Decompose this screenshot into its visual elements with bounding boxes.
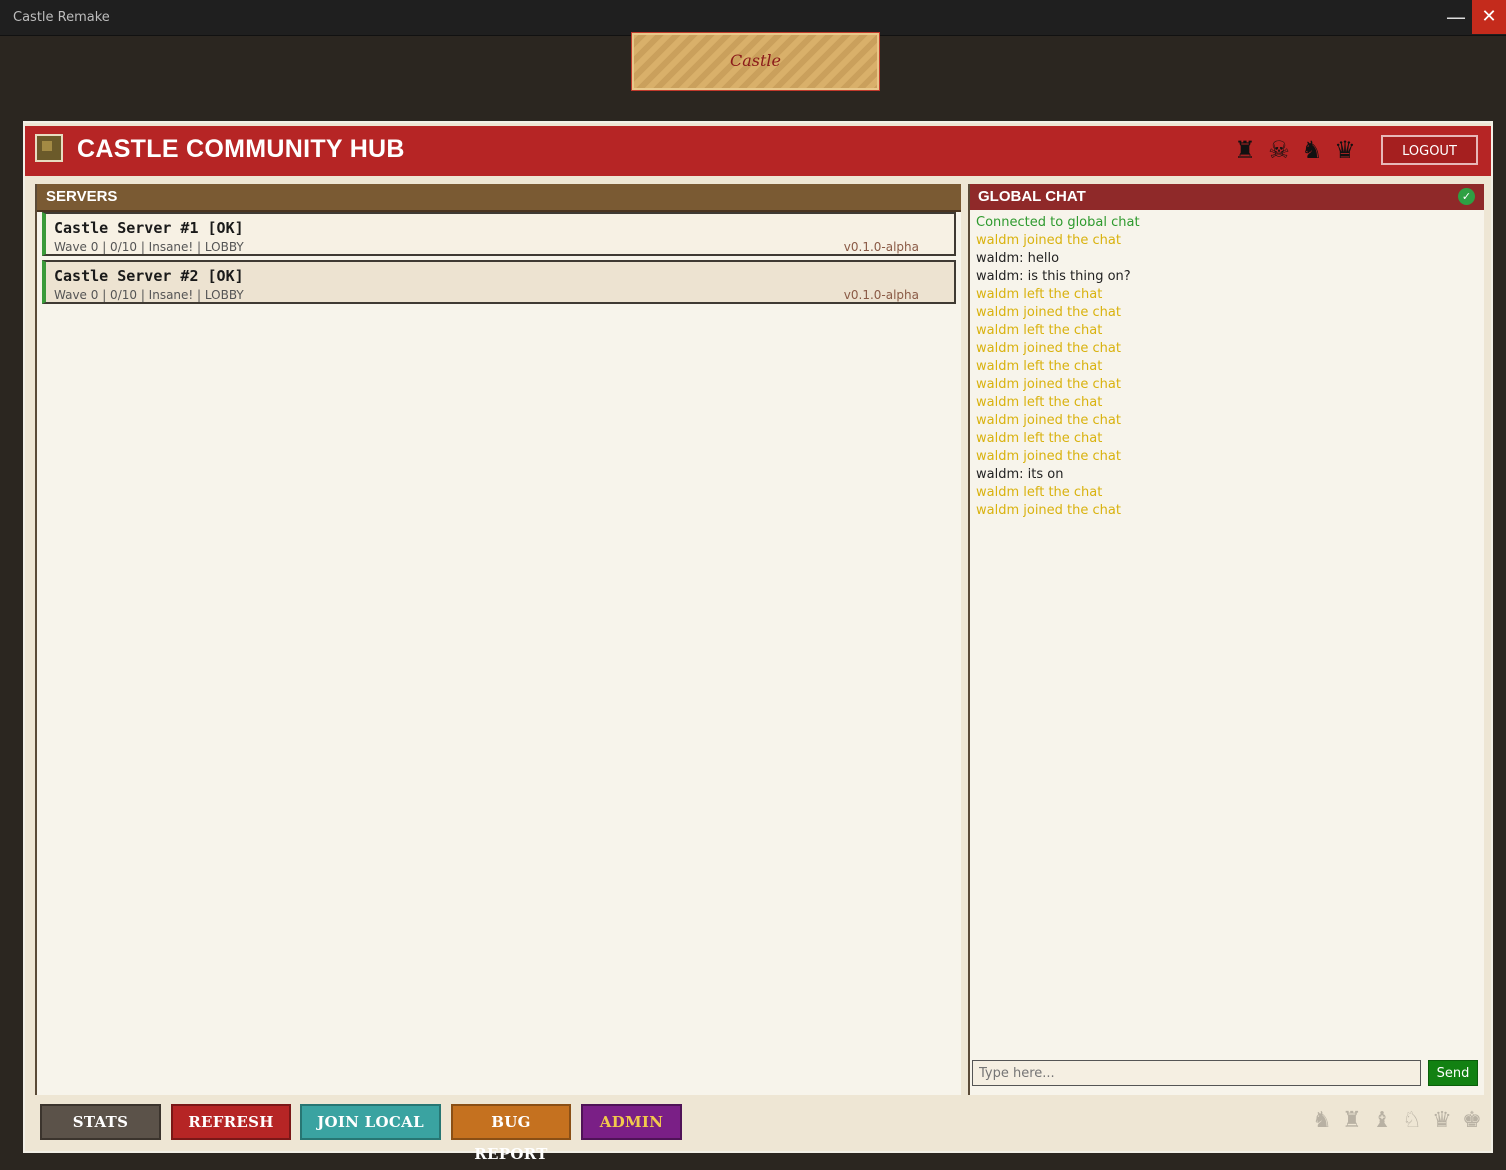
stats-button[interactable]: STATS <box>40 1104 161 1140</box>
close-icon: ✕ <box>1481 6 1497 27</box>
refresh-button[interactable]: REFRESH <box>171 1104 291 1140</box>
chat-message: waldm left the chat <box>976 395 1103 410</box>
chat-message: waldm left the chat <box>976 323 1103 338</box>
ghost-sprite-icon: ♝ <box>1372 1108 1392 1133</box>
close-button[interactable]: ✕ <box>1472 0 1506 34</box>
chat-panel: GLOBAL CHAT ✓ Connected to global chat wa… <box>968 184 1484 1095</box>
servers-title: SERVERS <box>46 188 118 205</box>
server-version: v0.1.0-alpha <box>843 288 919 302</box>
server-name: Castle Server #2 [OK] <box>54 267 244 285</box>
join-local-button[interactable]: JOIN LOCAL <box>300 1104 441 1140</box>
chat-message: waldm left the chat <box>976 287 1103 302</box>
send-button[interactable]: Send <box>1428 1060 1478 1086</box>
skeleton-sprite-icon: ☠ <box>1268 136 1290 164</box>
ghost-sprite-icon: ♘ <box>1402 1108 1422 1133</box>
app-title: Castle Remake <box>13 10 110 25</box>
minimize-button[interactable]: — <box>1440 0 1472 34</box>
chat-message: waldm left the chat <box>976 431 1103 446</box>
title-bar: Castle Remake — ✕ <box>0 0 1506 36</box>
banner-text: Castle <box>729 51 781 70</box>
chat-log: Connected to global chat waldm joined the… <box>976 214 1476 520</box>
ghost-sprite-icon: ♚ <box>1462 1108 1482 1133</box>
ghost-sprite-icon: ♞ <box>1312 1108 1332 1133</box>
servers-panel: SERVERS Castle Server #1 [OK] Wave 0 | 0… <box>35 184 961 1095</box>
chat-message: waldm: is this thing on? <box>976 269 1131 284</box>
logout-button[interactable]: LOGOUT <box>1381 135 1478 165</box>
monster-sprite-icon: ♜ <box>1234 136 1256 164</box>
chat-input[interactable] <box>972 1060 1421 1086</box>
connected-check-icon: ✓ <box>1458 188 1475 205</box>
server-version: v0.1.0-alpha <box>843 240 919 254</box>
server-row[interactable]: Castle Server #1 [OK] Wave 0 | 0/10 | In… <box>42 212 956 256</box>
page-title: CASTLE COMMUNITY HUB <box>77 135 405 163</box>
chat-message: waldm: hello <box>976 251 1060 266</box>
chat-message: waldm left the chat <box>976 359 1103 374</box>
hub-header: CASTLE COMMUNITY HUB ♜ ☠ ♞ ♛ LOGOUT <box>25 126 1491 176</box>
bug-report-button[interactable]: BUG REPORT <box>451 1104 571 1163</box>
minimize-icon: — <box>1446 5 1466 29</box>
chat-message: waldm joined the chat <box>976 233 1121 248</box>
chat-message: waldm joined the chat <box>976 449 1121 464</box>
ghost-sprite-icon: ♛ <box>1432 1108 1452 1133</box>
demon-sprite-icon: ♛ <box>1334 136 1356 164</box>
ghost-sprite-icon: ♜ <box>1342 1108 1362 1133</box>
server-name: Castle Server #1 [OK] <box>54 219 244 237</box>
chat-message: waldm joined the chat <box>976 377 1121 392</box>
server-meta: Wave 0 | 0/10 | Insane! | LOBBY <box>54 240 244 254</box>
admin-button[interactable]: ADMIN <box>581 1104 682 1140</box>
chat-title: GLOBAL CHAT <box>978 188 1086 205</box>
castle-banner: Castle <box>631 32 880 91</box>
chat-message: waldm joined the chat <box>976 413 1121 428</box>
chat-message: waldm joined the chat <box>976 305 1121 320</box>
servers-header: SERVERS <box>37 184 961 212</box>
chat-message: waldm left the chat <box>976 485 1103 500</box>
chat-message: waldm: its on <box>976 467 1064 482</box>
chat-header: GLOBAL CHAT ✓ <box>970 184 1484 210</box>
chat-message: waldm joined the chat <box>976 341 1121 356</box>
server-row[interactable]: Castle Server #2 [OK] Wave 0 | 0/10 | In… <box>42 260 956 304</box>
chat-message: Connected to global chat <box>976 215 1140 230</box>
chat-message: waldm joined the chat <box>976 503 1121 518</box>
server-meta: Wave 0 | 0/10 | Insane! | LOBBY <box>54 288 244 302</box>
castle-logo-icon <box>35 134 63 162</box>
hub-window: CASTLE COMMUNITY HUB ♜ ☠ ♞ ♛ LOGOUT SERV… <box>23 121 1493 1163</box>
knight-sprite-icon: ♞ <box>1301 136 1323 164</box>
